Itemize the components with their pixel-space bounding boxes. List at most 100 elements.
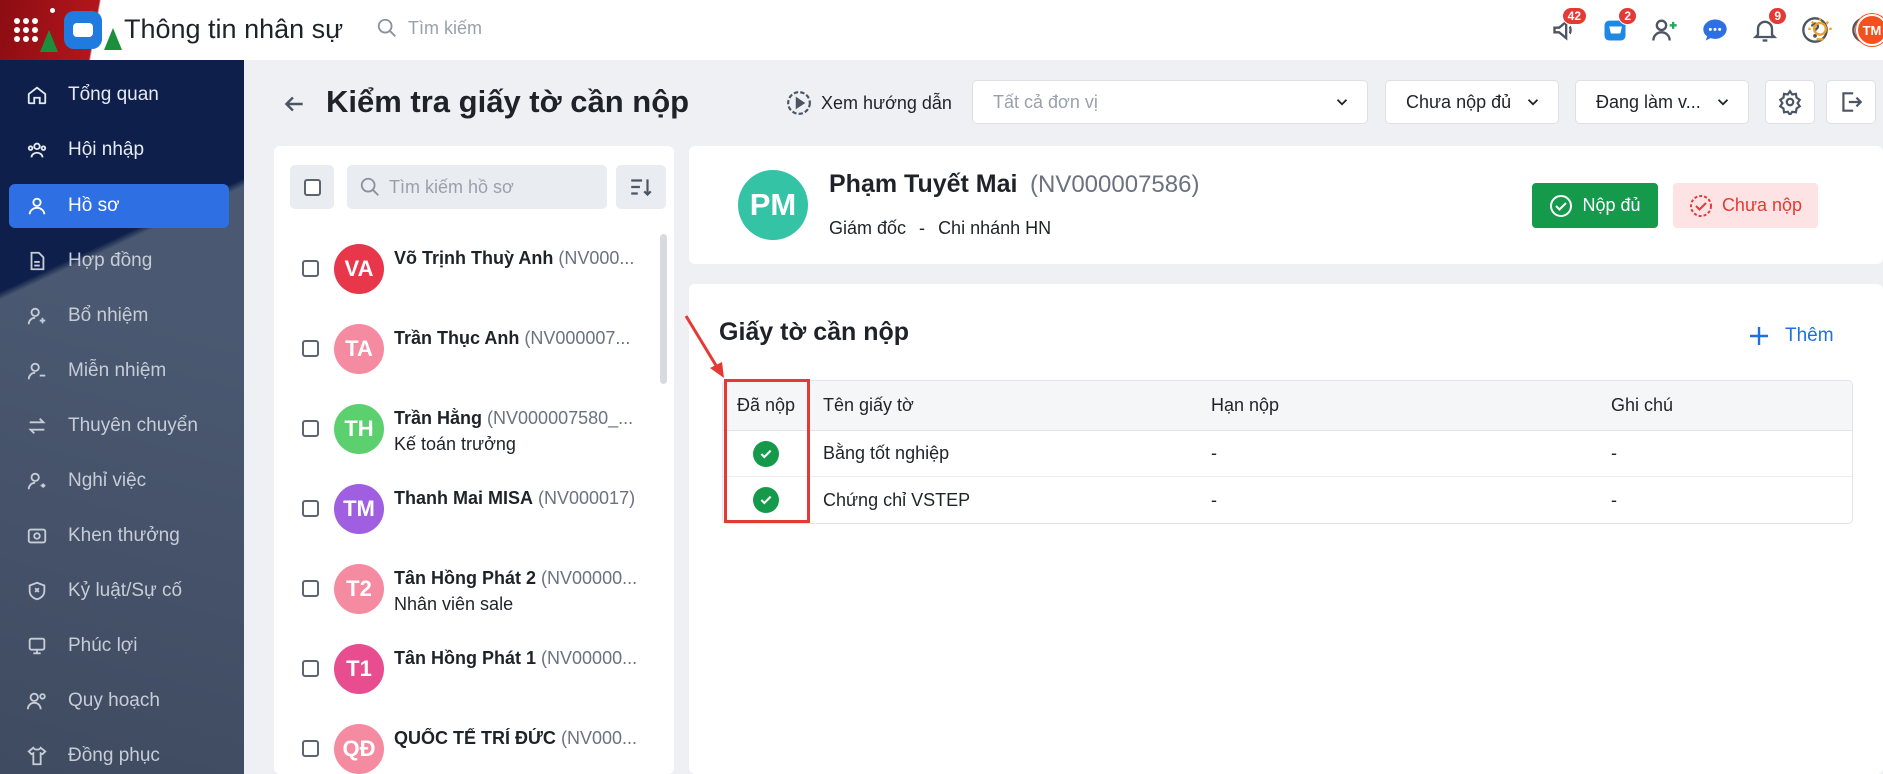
sidebar-item-uniform[interactable]: Đồng phục (9, 734, 229, 774)
sidebar-item-profile[interactable]: Hồ sơ (9, 184, 229, 228)
sidebar-item-label: Miễn nhiệm (68, 360, 167, 381)
user-minus-icon (26, 360, 48, 382)
app-logo[interactable] (64, 11, 102, 49)
list-item[interactable]: TM Thanh Mai MISA (NV000017) (274, 468, 664, 548)
employee-position: Nhân viên sale (394, 594, 514, 614)
submitted-check-icon[interactable] (753, 487, 779, 513)
settings-button[interactable] (1765, 80, 1815, 124)
employee-name: Tân Hồng Phát 1 (NV00000... (394, 648, 656, 669)
chevron-down-icon (1527, 99, 1539, 106)
document-deadline: - (1211, 489, 1217, 510)
row-checkbox[interactable] (302, 580, 319, 597)
add-document-button[interactable]: Thêm (1747, 324, 1834, 348)
profile-separator: - (919, 218, 926, 238)
employee-fullname: Võ Trịnh Thuỳ Anh (394, 248, 554, 268)
document-icon (26, 250, 48, 272)
list-item[interactable]: T1 Tân Hồng Phát 1 (NV00000... (274, 628, 664, 708)
user-avatar[interactable]: TM (1856, 14, 1883, 46)
employee-name: Tân Hồng Phát 2 (NV00000... (394, 568, 656, 589)
unit-select[interactable]: Tất cả đơn vị (972, 80, 1368, 124)
sidebar-item-onboarding[interactable]: Hội nhập (9, 128, 229, 172)
status-filter-select[interactable]: Chưa nộp đủ (1385, 80, 1559, 124)
user-plus-icon (26, 305, 48, 327)
employee-list-panel: Tìm kiếm hồ sơ VA Võ Trịnh Thuỳ Anh (NV0… (274, 146, 674, 774)
row-checkbox[interactable] (302, 500, 319, 517)
planning-icon (26, 690, 48, 712)
sidebar-item-appointment[interactable]: Bổ nhiệm (9, 294, 229, 338)
sort-button[interactable] (616, 165, 666, 209)
home-icon (26, 84, 48, 106)
sidebar-item-overview[interactable]: Tổng quan (9, 73, 229, 117)
sidebar-item-discipline[interactable]: Kỷ luật/Sự cố (9, 569, 229, 613)
document-deadline: - (1211, 443, 1217, 463)
sidebar-item-dismissal[interactable]: Miễn nhiệm (9, 349, 229, 393)
profile-search-input[interactable]: Tìm kiếm hồ sơ (347, 165, 607, 209)
search-icon (360, 177, 379, 196)
work-status-select[interactable]: Đang làm v... (1575, 80, 1749, 124)
cart-icon[interactable]: 2 (1599, 7, 1637, 46)
select-all-checkbox[interactable] (290, 165, 334, 209)
add-user-icon[interactable] (1649, 14, 1681, 46)
employee-code: (NV000007... (524, 328, 631, 348)
app-grid-icon[interactable] (14, 18, 38, 42)
row-checkbox[interactable] (302, 420, 319, 437)
bell-icon[interactable]: 9 (1749, 7, 1787, 46)
megaphone-icon[interactable]: 42 (1549, 7, 1587, 46)
plus-icon (1750, 327, 1768, 345)
employee-name: Trần Hằng (NV000007580_... (394, 408, 656, 429)
row-checkbox[interactable] (302, 260, 319, 277)
cart-badge: 2 (1618, 7, 1637, 25)
employee-fullname: Trần Hằng (394, 408, 483, 428)
sidebar-item-reward[interactable]: Khen thưởng (9, 514, 229, 558)
table-row[interactable]: Chứng chỉ VSTEP - - (723, 477, 1852, 523)
list-item[interactable]: T2 Tân Hồng Phát 2 (NV00000... Nhân viên… (274, 548, 664, 628)
arrow-left-icon (284, 96, 303, 112)
list-item[interactable]: VA Võ Trịnh Thuỳ Anh (NV000... (274, 228, 664, 308)
avatar: T1 (334, 644, 384, 694)
profile-name: Phạm Tuyết Mai (829, 170, 1018, 198)
global-search[interactable]: Tìm kiếm (376, 17, 482, 39)
row-checkbox[interactable] (302, 660, 319, 677)
app-title: Thông tin nhân sự (124, 14, 344, 44)
table-header: Đã nộp Tên giấy tờ Hạn nộp Ghi chú (723, 381, 1852, 431)
guide-link[interactable]: Xem hướng dẫn (786, 90, 952, 116)
submitted-check-icon[interactable] (753, 440, 779, 467)
team-icon (26, 139, 48, 161)
not-submitted-button[interactable]: Chưa nộp (1673, 183, 1818, 228)
global-search-placeholder: Tìm kiếm (408, 17, 482, 38)
add-document-label: Thêm (1785, 325, 1834, 346)
export-button[interactable] (1826, 80, 1876, 124)
sidebar-item-benefit[interactable]: Phúc lợi (9, 624, 229, 668)
table-row[interactable]: Bằng tốt nghiệp - - (723, 431, 1852, 477)
employee-name: Võ Trịnh Thuỳ Anh (NV000... (394, 248, 656, 269)
chevron-down-icon (1717, 99, 1729, 106)
sidebar-item-planning[interactable]: Quy hoạch (9, 679, 229, 723)
sidebar-item-transfer[interactable]: Thuyên chuyển (9, 404, 229, 448)
row-checkbox[interactable] (302, 740, 319, 757)
lightbulb-icon[interactable] (1804, 14, 1836, 46)
documents-title: Giấy tờ cần nộp (719, 318, 910, 346)
list-item[interactable]: TH Trần Hằng (NV000007580_... Kế toán tr… (274, 388, 664, 468)
not-submitted-label: Chưa nộp (1721, 195, 1803, 215)
sidebar-item-resignation[interactable]: Nghỉ việc (9, 459, 229, 503)
sidebar-item-contract[interactable]: Hợp đồng (9, 239, 229, 283)
row-checkbox[interactable] (302, 340, 319, 357)
chat-icon[interactable] (1699, 14, 1731, 46)
sidebar-item-label: Hợp đồng (68, 250, 153, 271)
employee-fullname: QUỐC TẾ TRÍ ĐỨC (394, 728, 556, 748)
avatar: TM (334, 484, 384, 534)
sidebar-item-label: Hồ sơ (68, 195, 120, 216)
list-item[interactable]: TA Trần Thục Anh (NV000007... (274, 308, 664, 388)
list-scrollbar[interactable] (660, 234, 667, 384)
sidebar-item-label: Bổ nhiệm (68, 305, 149, 326)
back-button[interactable] (280, 90, 308, 118)
employee-fullname: Thanh Mai MISA (394, 488, 533, 508)
list-item[interactable]: QĐ QUỐC TẾ TRÍ ĐỨC (NV000... (274, 708, 664, 774)
guide-label: Xem hướng dẫn (821, 92, 952, 113)
sidebar-item-label: Kỷ luật/Sự cố (68, 580, 183, 601)
employee-name: Trần Thục Anh (NV000007... (394, 328, 656, 349)
submitted-full-button[interactable]: Nộp đủ (1532, 183, 1658, 228)
documents-card: Giấy tờ cần nộp Thêm Đã nộp Tên giấy tờ … (689, 284, 1883, 774)
user-icon (26, 195, 48, 217)
document-note: - (1611, 489, 1617, 510)
